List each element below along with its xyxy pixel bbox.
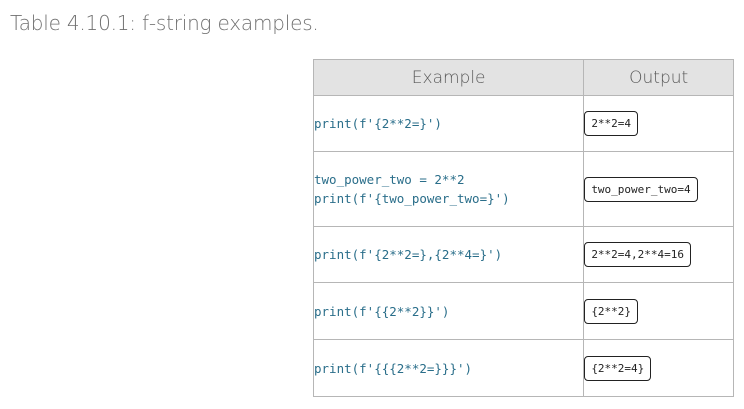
output-box: 2**2=4,2**4=16 [584, 242, 692, 267]
table-row: print(f'{2**2=},{2**4=}') 2**2=4,2**4=16 [312, 226, 734, 283]
output-cell: 2**2=4 [583, 95, 734, 152]
column-header-example: Example [312, 59, 585, 96]
table-row: print(f'{{2**2}}') {2**2} [312, 282, 734, 340]
table-header-row: Example Output [312, 59, 734, 96]
example-code-line: print(f'{{{2**2=}}}') [314, 360, 473, 376]
output-box: {2**2} [584, 298, 639, 324]
example-cell: print(f'{2**2=}') [312, 95, 585, 152]
output-box: 2**2=4 [584, 111, 639, 136]
output-box: two_power_two=4 [584, 176, 698, 202]
example-cell: two_power_two = 2**2 print(f'{two_power_… [312, 151, 585, 227]
example-code-line: print(f'{2**2=}') [314, 116, 442, 131]
table-row: print(f'{{{2**2=}}}') {2**2=4} [312, 339, 734, 397]
example-code-line: print(f'{{2**2}}') [314, 303, 450, 319]
table-caption: Table 4.10.1: f-string examples. [10, 11, 319, 35]
example-code-line: two_power_two = 2**2 [314, 172, 465, 187]
output-cell: two_power_two=4 [583, 151, 734, 227]
output-box: {2**2=4} [584, 355, 652, 381]
column-header-output: Output [583, 59, 734, 96]
example-cell: print(f'{{{2**2=}}}') [312, 339, 585, 397]
table-row: print(f'{2**2=}') 2**2=4 [312, 95, 734, 152]
output-cell: {2**2=4} [583, 339, 734, 397]
example-cell: print(f'{2**2=},{2**4=}') [312, 226, 585, 283]
table-row: two_power_two = 2**2 print(f'{two_power_… [312, 151, 734, 227]
output-cell: {2**2} [583, 282, 734, 340]
example-code-line: print(f'{2**2=},{2**4=}') [314, 247, 503, 262]
output-cell: 2**2=4,2**4=16 [583, 226, 734, 283]
fstring-examples-table: Example Output print(f'{2**2=}') 2**2=4 … [312, 59, 734, 397]
example-code-line: print(f'{two_power_two=}') [314, 191, 510, 206]
example-cell: print(f'{{2**2}}') [312, 282, 585, 340]
